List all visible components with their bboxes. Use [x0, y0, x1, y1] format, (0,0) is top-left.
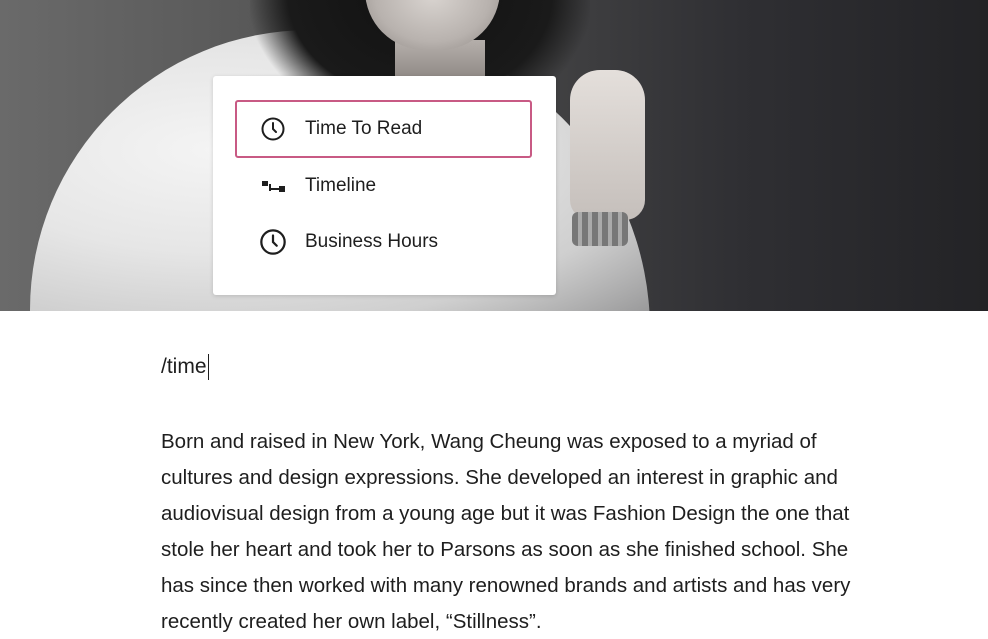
menu-item-label: Timeline	[305, 175, 377, 196]
clock-icon	[259, 228, 287, 256]
hero-hand-shape	[570, 70, 645, 220]
menu-item-timeline[interactable]: Timeline	[235, 157, 532, 215]
text-caret	[207, 354, 210, 380]
slash-command-input[interactable]: /time	[161, 354, 210, 380]
clock-icon	[259, 115, 287, 143]
menu-item-label: Business Hours	[305, 231, 439, 252]
slash-command-text: /time	[161, 355, 207, 378]
menu-item-label: Time To Read	[305, 118, 423, 139]
paragraph-block[interactable]: Born and raised in New York, Wang Cheung…	[161, 424, 961, 639]
hero-watch-shape	[572, 212, 628, 246]
menu-item-time-to-read[interactable]: Time To Read	[235, 100, 532, 158]
timeline-icon	[259, 172, 287, 200]
block-inserter-popover: Time To Read Timeline Business Hours	[213, 76, 556, 295]
menu-item-business-hours[interactable]: Business Hours	[235, 213, 532, 271]
